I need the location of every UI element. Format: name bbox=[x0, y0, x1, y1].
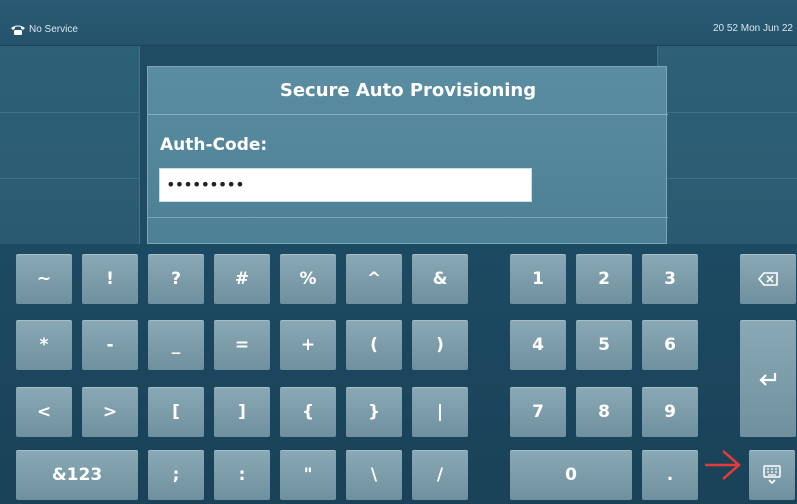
key-left-brace[interactable]: { bbox=[280, 387, 336, 437]
enter-key[interactable] bbox=[740, 320, 796, 437]
keyboard-hide-icon bbox=[763, 465, 781, 485]
key-backslash[interactable]: \ bbox=[346, 450, 402, 500]
key-left-paren[interactable]: ( bbox=[346, 320, 402, 370]
key-question[interactable]: ? bbox=[148, 254, 204, 304]
key-8[interactable]: 8 bbox=[576, 387, 632, 437]
key-4[interactable]: 4 bbox=[510, 320, 566, 370]
key-left-bracket[interactable]: [ bbox=[148, 387, 204, 437]
key-1[interactable]: 1 bbox=[510, 254, 566, 304]
background-divider bbox=[0, 178, 140, 179]
service-text: No Service bbox=[29, 23, 78, 35]
backspace-key[interactable] bbox=[740, 254, 796, 304]
dialog-divider bbox=[148, 217, 668, 218]
key-exclamation[interactable]: ! bbox=[82, 254, 138, 304]
key-caret[interactable]: ^ bbox=[346, 254, 402, 304]
key-7[interactable]: 7 bbox=[510, 387, 566, 437]
red-arrow-icon bbox=[705, 450, 741, 480]
background-tile-left bbox=[0, 46, 140, 246]
auth-code-label: Auth-Code: bbox=[160, 135, 268, 155]
key-underscore[interactable]: _ bbox=[148, 320, 204, 370]
auth-code-input[interactable]: ••••••••• bbox=[159, 168, 532, 202]
key-6[interactable]: 6 bbox=[642, 320, 698, 370]
backspace-icon bbox=[758, 272, 778, 286]
background-divider bbox=[0, 112, 140, 113]
key-ampersand[interactable]: & bbox=[412, 254, 468, 304]
key-right-brace[interactable]: } bbox=[346, 387, 402, 437]
key-minus[interactable]: - bbox=[82, 320, 138, 370]
key-tilde[interactable]: ~ bbox=[16, 254, 72, 304]
key-colon[interactable]: : bbox=[214, 450, 270, 500]
key-9[interactable]: 9 bbox=[642, 387, 698, 437]
clock-date: 20 52 Mon Jun 22 bbox=[712, 23, 793, 34]
key-slash[interactable]: / bbox=[412, 450, 468, 500]
on-screen-keyboard: ~ ! ? # % ^ & 1 2 3 * - _ = + ( ) 4 5 6 bbox=[0, 244, 797, 504]
key-3[interactable]: 3 bbox=[642, 254, 698, 304]
key-right-paren[interactable]: ) bbox=[412, 320, 468, 370]
key-5[interactable]: 5 bbox=[576, 320, 632, 370]
dialog-title: Secure Auto Provisioning bbox=[148, 67, 668, 115]
key-0[interactable]: 0 bbox=[510, 450, 632, 500]
key-less-than[interactable]: < bbox=[16, 387, 72, 437]
key-equals[interactable]: = bbox=[214, 320, 270, 370]
background-divider bbox=[657, 112, 797, 113]
key-plus[interactable]: + bbox=[280, 320, 336, 370]
phone-screen: No Service 20 52 Mon Jun 22 Secure Auto … bbox=[0, 0, 797, 504]
key-2[interactable]: 2 bbox=[576, 254, 632, 304]
mode-switch-key[interactable]: &123 bbox=[16, 450, 138, 500]
background-tile-right bbox=[657, 46, 797, 246]
enter-icon bbox=[759, 372, 777, 386]
key-double-quote[interactable]: " bbox=[280, 450, 336, 500]
key-semicolon[interactable]: ; bbox=[148, 450, 204, 500]
key-percent[interactable]: % bbox=[280, 254, 336, 304]
key-right-bracket[interactable]: ] bbox=[214, 387, 270, 437]
background-divider bbox=[657, 178, 797, 179]
key-period[interactable]: . bbox=[642, 450, 698, 500]
key-asterisk[interactable]: * bbox=[16, 320, 72, 370]
service-status: No Service bbox=[10, 22, 78, 36]
key-pipe[interactable]: | bbox=[412, 387, 468, 437]
status-bar: No Service 20 52 Mon Jun 22 bbox=[0, 0, 797, 46]
key-hash[interactable]: # bbox=[214, 254, 270, 304]
phone-icon bbox=[11, 25, 25, 35]
secure-auto-provisioning-dialog: Secure Auto Provisioning Auth-Code: ••••… bbox=[147, 66, 668, 244]
hide-keyboard-key[interactable] bbox=[749, 450, 795, 500]
key-greater-than[interactable]: > bbox=[82, 387, 138, 437]
